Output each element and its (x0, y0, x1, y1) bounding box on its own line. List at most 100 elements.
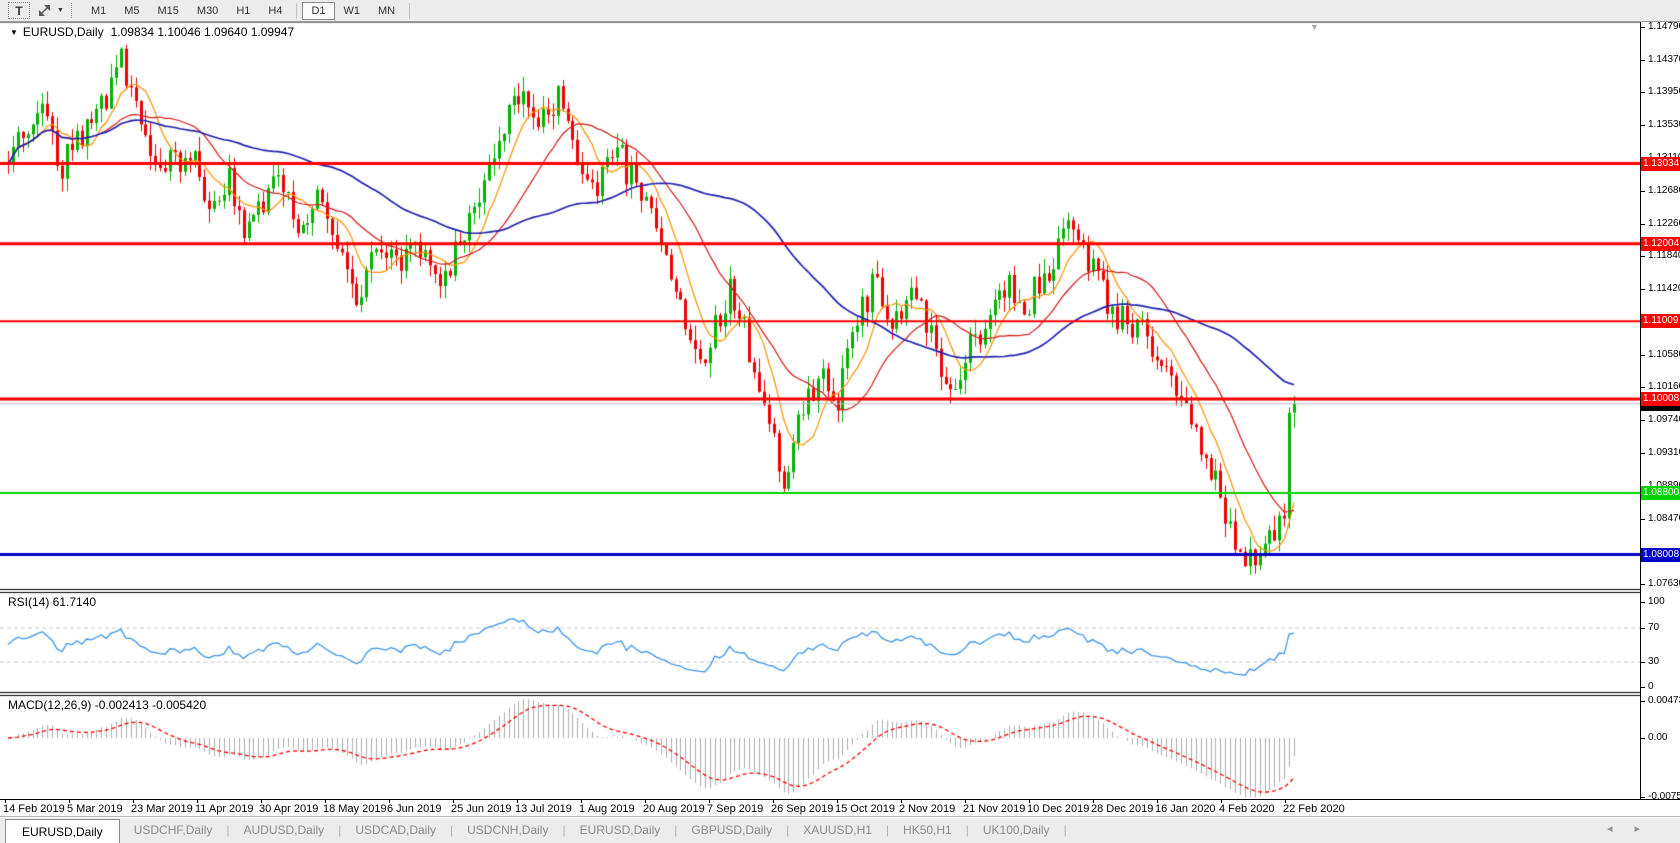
rsi-tick-label: 70 (1648, 622, 1659, 633)
price-tick-label: 1.09740 (1648, 414, 1680, 425)
price-tick-label: 1.12680 (1648, 185, 1680, 196)
toolbar: T ▼ M1M5M15M30H1H4 D1W1MN (0, 0, 1680, 22)
date-label: 15 Oct 2019 (835, 803, 895, 815)
date-label: 13 Jul 2019 (515, 803, 572, 815)
price-tick (1640, 224, 1645, 225)
styler-icon (37, 3, 52, 18)
chart-tab[interactable]: USDCNH,Daily (453, 823, 562, 837)
rsi-tick-label: 100 (1648, 596, 1665, 607)
styler-dropdown-caret[interactable]: ▼ (57, 7, 64, 14)
rsi-tick (1640, 628, 1645, 629)
price-line-badge: 1.13034 (1641, 157, 1680, 171)
chart-tab[interactable]: HK50,H1 (889, 823, 966, 837)
timeframe-button-h1[interactable]: H1 (227, 2, 259, 20)
price-tick (1640, 584, 1645, 585)
text-tool-button[interactable]: T (8, 2, 30, 19)
timeframe-button-w1[interactable]: W1 (335, 2, 370, 20)
chart-tab[interactable]: AUDUSD,Daily (230, 823, 339, 837)
rsi-tick-label: 30 (1648, 656, 1659, 667)
chart-shift-marker-icon[interactable]: ▼ (1310, 22, 1319, 32)
rsi-tick (1640, 662, 1645, 663)
price-tick-label: 1.09310 (1648, 447, 1680, 458)
macd-tick-label: 0.004738 (1648, 695, 1680, 706)
date-label: 7 Sep 2019 (707, 803, 763, 815)
date-label: 5 Mar 2019 (67, 803, 123, 815)
price-tick-label: 1.13530 (1648, 119, 1680, 130)
date-label: 30 Apr 2019 (259, 803, 318, 815)
date-label: 2 Nov 2019 (899, 803, 955, 815)
date-label: 25 Jun 2019 (451, 803, 512, 815)
date-label: 28 Dec 2019 (1091, 803, 1153, 815)
price-tick-label: 1.07630 (1648, 578, 1680, 589)
price-line-badge: 1.08800 (1641, 486, 1680, 500)
price-tick (1640, 387, 1645, 388)
date-label: 26 Sep 2019 (771, 803, 833, 815)
macd-tick-label: 0.00 (1648, 732, 1667, 743)
price-tick (1640, 92, 1645, 93)
timeframe-button-m30[interactable]: M30 (188, 2, 227, 20)
price-tick (1640, 191, 1645, 192)
price-tick (1640, 453, 1645, 454)
rsi-tick (1640, 687, 1645, 688)
macd-tick (1640, 701, 1645, 702)
timeframe-button-d1[interactable]: D1 (302, 2, 334, 20)
price-tick (1640, 27, 1645, 28)
toolbar-grip[interactable] (71, 3, 76, 18)
date-label: 6 Jun 2019 (387, 803, 441, 815)
date-label: 1 Aug 2019 (579, 803, 635, 815)
tab-scroll-left-icon[interactable]: ◂ (1607, 823, 1635, 835)
chart-tab[interactable]: EURUSD,Daily (566, 823, 675, 837)
price-tick-label: 1.14790 (1648, 21, 1680, 32)
price-tick-label: 1.14370 (1648, 54, 1680, 65)
price-line-badge: 1.10008 (1641, 392, 1680, 406)
date-label: 10 Dec 2019 (1027, 803, 1089, 815)
price-tick (1640, 420, 1645, 421)
tab-scroll-right-icon[interactable]: ▸ (1634, 823, 1662, 835)
price-tick-label: 1.11420 (1648, 283, 1680, 294)
chart-tab-active[interactable]: EURUSD,Daily (5, 819, 120, 843)
date-label: 11 Apr 2019 (195, 803, 254, 815)
chart-tab[interactable]: USDCAD,Daily (341, 823, 450, 837)
timeframe-button-m15[interactable]: M15 (149, 2, 188, 20)
rsi-tick (1640, 602, 1645, 603)
date-label: 22 Feb 2020 (1283, 803, 1345, 815)
price-tick (1640, 519, 1645, 520)
date-label: 23 Mar 2019 (131, 803, 193, 815)
date-label: 20 Aug 2019 (643, 803, 705, 815)
macd-tick (1640, 797, 1645, 798)
tab-scroll-arrows[interactable]: ◂▸ (1607, 822, 1662, 835)
collapse-objects-icon[interactable]: ▼ (10, 28, 18, 37)
chart-tab[interactable]: UK100,Daily (969, 823, 1064, 837)
price-line-badge: 1.12004 (1641, 237, 1680, 251)
timeframe-button-mn[interactable]: MN (369, 2, 404, 20)
price-axis-line (1640, 22, 1641, 800)
timeframe-button-m5[interactable]: M5 (115, 2, 148, 20)
price-tick (1640, 355, 1645, 356)
chart-canvas[interactable] (0, 22, 1640, 801)
chart-tab[interactable]: XAUUSD,H1 (789, 823, 886, 837)
price-tick-label: 1.13950 (1648, 86, 1680, 97)
price-tick (1640, 60, 1645, 61)
chart-symbol-label: EURUSD,Daily (23, 25, 104, 39)
price-tick-label: 1.08470 (1648, 513, 1680, 524)
chart-tab[interactable]: USDCHF,Daily (120, 823, 227, 837)
timeframe-button-h4[interactable]: H4 (259, 2, 291, 20)
price-tick-label: 1.12260 (1648, 218, 1680, 229)
timeframe-button-group: M1M5M15M30H1H4 D1W1MN (82, 2, 415, 20)
toolbar-separator (296, 3, 297, 19)
date-label: 18 May 2019 (323, 803, 387, 815)
date-label: 16 Jan 2020 (1155, 803, 1216, 815)
macd-tick (1640, 738, 1645, 739)
toolbar-separator (409, 3, 410, 19)
styler-button[interactable] (34, 2, 54, 19)
timeframe-button-m1[interactable]: M1 (82, 2, 115, 20)
rsi-indicator-label: RSI(14) 61.7140 (8, 595, 96, 609)
date-axis-line (0, 799, 1680, 800)
price-tick-label: 1.10160 (1648, 381, 1680, 392)
price-line-badge: 1.08008 (1641, 548, 1680, 562)
date-label: 21 Nov 2019 (963, 803, 1025, 815)
macd-tick-label: -0.00758 (1648, 791, 1680, 802)
chart-title: ▼ EURUSD,Daily 1.09834 1.10046 1.09640 1.0… (10, 25, 294, 39)
chart-ohlc-values: 1.09834 1.10046 1.09640 1.09947 (111, 25, 295, 39)
chart-tab[interactable]: GBPUSD,Daily (677, 823, 786, 837)
